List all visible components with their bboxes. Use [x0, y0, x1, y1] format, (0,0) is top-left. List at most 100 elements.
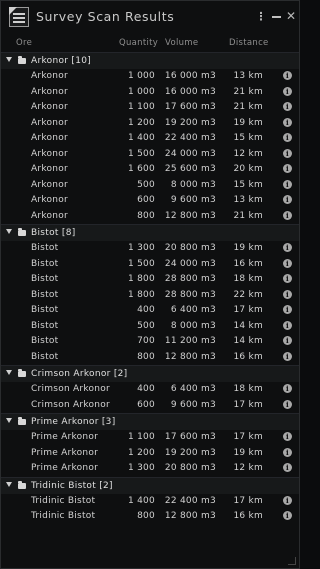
list-item[interactable]: Prime Arkonor 1 300 20 800 m3 12 km i: [1, 461, 299, 477]
info-icon[interactable]: i: [283, 463, 292, 472]
info-icon[interactable]: i: [283, 399, 292, 409]
ore-distance: 17 km: [233, 305, 263, 315]
info-icon[interactable]: i: [283, 117, 292, 127]
list-item[interactable]: Bistot 1 800 28 800 m3 22 km i: [1, 288, 299, 304]
list-item[interactable]: Arkonor 600 9 600 m3 13 km i: [1, 193, 299, 209]
close-icon[interactable]: ✕: [284, 9, 298, 23]
list-item[interactable]: Arkonor 1 400 22 400 m3 15 km i: [1, 131, 299, 147]
column-header-volume[interactable]: Volume: [165, 38, 198, 48]
info-icon[interactable]: i: [283, 447, 292, 457]
group-label: Prime Arkonor [3]: [31, 417, 116, 427]
chevron-down-icon[interactable]: [6, 481, 12, 487]
list-item[interactable]: Crimson Arkonor 600 9 600 m3 17 km i: [1, 398, 299, 414]
ore-quantity: 1 400: [127, 495, 155, 506]
chevron-down-icon[interactable]: [6, 229, 12, 234]
ore-quantity: 1 600: [127, 164, 155, 174]
list-item[interactable]: Prime Arkonor 1 200 19 200 m3 19 km i: [1, 446, 299, 462]
chevron-down-icon[interactable]: [6, 418, 12, 423]
list-item[interactable]: Bistot 700 11 200 m3 14 km i: [1, 334, 299, 350]
list-item[interactable]: Arkonor 1 000 16 000 m3 21 km i: [1, 85, 299, 101]
folder-icon: [18, 480, 26, 489]
info-icon[interactable]: i: [283, 274, 292, 283]
info-icon[interactable]: i: [283, 258, 292, 268]
group-header[interactable]: Bistot [8]: [1, 224, 299, 241]
minimize-icon[interactable]: [269, 9, 283, 23]
ore-volume: 12 800 m3: [164, 210, 216, 221]
list-item[interactable]: Tridinic Bistot 800 12 800 m3 16 km i: [1, 509, 299, 525]
column-header-quantity[interactable]: Quantity: [119, 38, 158, 48]
ore-distance: 17 km: [233, 495, 263, 506]
resize-handle[interactable]: [288, 557, 296, 565]
ore-quantity: 1 200: [127, 447, 155, 458]
info-icon[interactable]: i: [283, 102, 292, 111]
column-header-ore[interactable]: Ore: [16, 38, 32, 48]
ore-quantity: 400: [137, 305, 155, 315]
list-item[interactable]: Bistot 1 500 24 000 m3 16 km i: [1, 257, 299, 273]
results-list: Arkonor [10] Arkonor 1 000 16 000 m3 13 …: [1, 52, 299, 525]
ore-distance: 15 km: [233, 179, 263, 190]
ore-distance: 19 km: [233, 117, 263, 128]
group-header[interactable]: Crimson Arkonor [2]: [1, 365, 299, 382]
ore-distance: 17 km: [233, 432, 263, 442]
group-label: Bistot [8]: [31, 228, 76, 238]
list-item[interactable]: Arkonor 1 000 16 000 m3 13 km i: [1, 69, 299, 85]
column-header-distance[interactable]: Distance: [229, 38, 269, 48]
list-item[interactable]: Bistot 800 12 800 m3 16 km i: [1, 350, 299, 366]
list-item[interactable]: Prime Arkonor 1 100 17 600 m3 17 km i: [1, 430, 299, 446]
info-icon[interactable]: i: [283, 384, 292, 393]
ore-volume: 17 600 m3: [164, 432, 216, 442]
list-item[interactable]: Arkonor 800 12 800 m3 21 km i: [1, 209, 299, 225]
ore-quantity: 400: [137, 384, 155, 394]
chevron-down-icon[interactable]: [6, 370, 12, 375]
list-item[interactable]: Arkonor 1 600 25 600 m3 20 km i: [1, 162, 299, 178]
info-icon[interactable]: i: [283, 133, 292, 142]
list-item[interactable]: Bistot 1 800 28 800 m3 18 km i: [1, 272, 299, 288]
ore-distance: 18 km: [233, 274, 263, 284]
info-icon[interactable]: i: [283, 432, 292, 441]
ore-volume: 8 000 m3: [170, 179, 216, 190]
info-icon[interactable]: i: [283, 164, 292, 173]
info-icon[interactable]: i: [283, 210, 292, 220]
info-icon[interactable]: i: [283, 195, 292, 204]
ore-name: Arkonor: [31, 86, 68, 97]
list-item[interactable]: Arkonor 1 100 17 600 m3 21 km i: [1, 100, 299, 116]
info-icon[interactable]: i: [283, 148, 292, 158]
list-item[interactable]: Tridinic Bistot 1 400 22 400 m3 17 km i: [1, 494, 299, 510]
list-item[interactable]: Bistot 500 8 000 m3 14 km i: [1, 319, 299, 335]
ore-name: Arkonor: [31, 117, 68, 128]
ore-volume: 16 000 m3: [164, 71, 216, 81]
info-icon[interactable]: i: [283, 243, 292, 252]
chevron-down-icon[interactable]: [6, 57, 12, 62]
ore-volume: 11 200 m3: [164, 336, 216, 346]
info-icon[interactable]: i: [283, 71, 292, 80]
group-header[interactable]: Prime Arkonor [3]: [1, 413, 299, 430]
list-item[interactable]: Arkonor 1 500 24 000 m3 12 km i: [1, 147, 299, 163]
list-item[interactable]: Bistot 400 6 400 m3 17 km i: [1, 303, 299, 319]
ore-name: Arkonor: [31, 71, 68, 81]
info-icon[interactable]: i: [283, 179, 292, 189]
info-icon[interactable]: i: [283, 511, 292, 520]
info-icon[interactable]: i: [283, 495, 292, 505]
info-icon[interactable]: i: [283, 320, 292, 330]
ore-volume: 17 600 m3: [164, 102, 216, 112]
group-header[interactable]: Tridinic Bistot [2]: [1, 476, 299, 494]
info-icon[interactable]: i: [283, 86, 292, 96]
info-icon[interactable]: i: [283, 336, 292, 345]
ore-volume: 28 800 m3: [164, 274, 216, 284]
ore-quantity: 1 300: [127, 463, 155, 473]
group-header[interactable]: Arkonor [10]: [1, 52, 299, 69]
list-item[interactable]: Bistot 1 300 20 800 m3 19 km i: [1, 241, 299, 257]
info-icon[interactable]: i: [283, 351, 292, 361]
info-icon[interactable]: i: [283, 305, 292, 314]
ore-name: Bistot: [31, 351, 59, 362]
list-item[interactable]: Arkonor 500 8 000 m3 15 km i: [1, 178, 299, 194]
info-icon[interactable]: i: [283, 289, 292, 299]
list-item[interactable]: Arkonor 1 200 19 200 m3 19 km i: [1, 116, 299, 132]
ore-quantity: 800: [137, 210, 155, 221]
ore-volume: 22 400 m3: [164, 495, 216, 506]
column-header: Ore Quantity Volume Distance: [1, 34, 299, 52]
kebab-menu-icon[interactable]: ⋮: [254, 9, 268, 23]
title-bar[interactable]: Survey Scan Results ⋮ ✕: [1, 1, 299, 33]
list-item[interactable]: Crimson Arkonor 400 6 400 m3 18 km i: [1, 382, 299, 398]
ore-quantity: 1 300: [127, 243, 155, 253]
